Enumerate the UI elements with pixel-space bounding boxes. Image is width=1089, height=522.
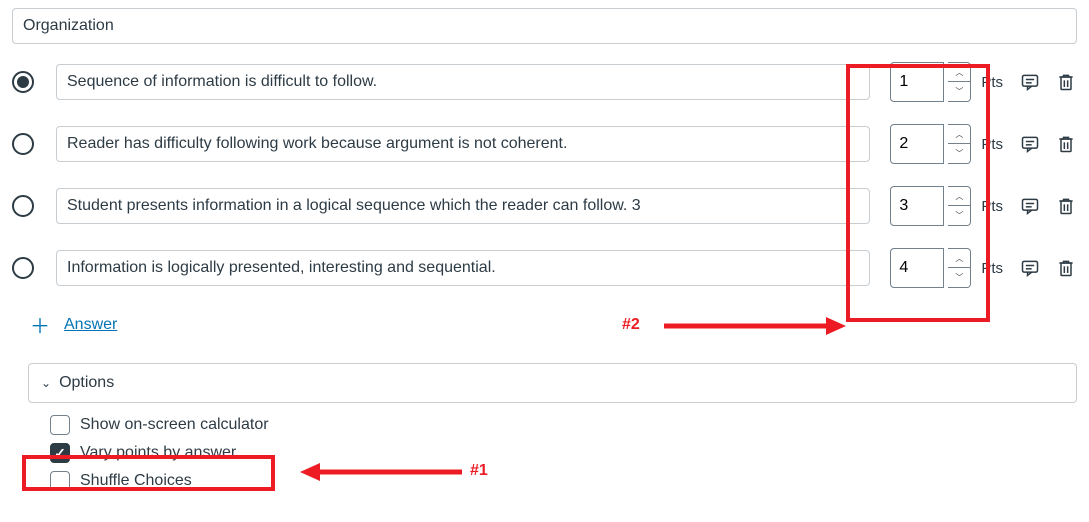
points-group: ︿﹀ Pts	[890, 248, 1007, 288]
calculator-label: Show on-screen calculator	[80, 416, 269, 434]
pts-label: Pts	[981, 260, 1003, 277]
points-increment[interactable]: ︿	[948, 63, 970, 82]
shuffle-label: Shuffle Choices	[80, 472, 192, 490]
points-spinner: ︿﹀	[948, 248, 971, 288]
choice-text-input[interactable]	[56, 188, 870, 224]
comment-icon[interactable]	[1019, 257, 1041, 279]
pts-label: Pts	[981, 74, 1003, 91]
question-title-input[interactable]	[12, 8, 1077, 44]
choice-row: ︿﹀ Pts	[12, 248, 1077, 288]
comment-icon[interactable]	[1019, 71, 1041, 93]
points-decrement[interactable]: ﹀	[948, 82, 970, 101]
pts-label: Pts	[981, 136, 1003, 153]
row-actions	[1019, 71, 1077, 93]
points-group: ︿﹀ Pts	[890, 186, 1007, 226]
comment-icon[interactable]	[1019, 195, 1041, 217]
shuffle-checkbox[interactable]	[50, 471, 70, 491]
options-header-label: Options	[59, 374, 114, 392]
choice-text-input[interactable]	[56, 250, 870, 286]
choice-row: ︿﹀ Pts	[12, 186, 1077, 226]
points-spinner: ︿﹀	[948, 186, 971, 226]
plus-icon[interactable]: ＋	[30, 310, 50, 339]
points-input[interactable]	[890, 248, 944, 288]
choice-row: ︿﹀ Pts	[12, 124, 1077, 164]
comment-icon[interactable]	[1019, 133, 1041, 155]
choice-radio[interactable]	[12, 133, 34, 155]
row-actions	[1019, 133, 1077, 155]
trash-icon[interactable]	[1055, 195, 1077, 217]
options-toggle[interactable]: ⌄ Options	[28, 363, 1077, 403]
points-decrement[interactable]: ﹀	[948, 268, 970, 287]
points-input[interactable]	[890, 62, 944, 102]
options-list: Show on-screen calculator Vary points by…	[50, 415, 1077, 491]
row-actions	[1019, 195, 1077, 217]
row-actions	[1019, 257, 1077, 279]
points-input[interactable]	[890, 186, 944, 226]
trash-icon[interactable]	[1055, 71, 1077, 93]
choice-radio[interactable]	[12, 257, 34, 279]
points-spinner: ︿﹀	[948, 124, 971, 164]
choice-radio[interactable]	[12, 195, 34, 217]
points-decrement[interactable]: ﹀	[948, 206, 970, 225]
trash-icon[interactable]	[1055, 257, 1077, 279]
add-answer-link[interactable]: Answer	[64, 316, 117, 334]
pts-label: Pts	[981, 198, 1003, 215]
points-spinner: ︿﹀	[948, 62, 971, 102]
chevron-down-icon: ⌄	[41, 376, 51, 390]
calculator-checkbox[interactable]	[50, 415, 70, 435]
choice-text-input[interactable]	[56, 126, 870, 162]
points-decrement[interactable]: ﹀	[948, 144, 970, 163]
add-answer-row: ＋ Answer	[30, 310, 1077, 339]
choice-radio[interactable]	[12, 71, 34, 93]
points-increment[interactable]: ︿	[948, 249, 970, 268]
points-group: ︿﹀ Pts	[890, 62, 1007, 102]
vary-points-label: Vary points by answer	[80, 444, 236, 462]
vary-points-checkbox[interactable]	[50, 443, 70, 463]
points-group: ︿﹀ Pts	[890, 124, 1007, 164]
points-increment[interactable]: ︿	[948, 187, 970, 206]
choice-text-input[interactable]	[56, 64, 870, 100]
trash-icon[interactable]	[1055, 133, 1077, 155]
points-increment[interactable]: ︿	[948, 125, 970, 144]
choice-row: ︿﹀ Pts	[12, 62, 1077, 102]
points-input[interactable]	[890, 124, 944, 164]
